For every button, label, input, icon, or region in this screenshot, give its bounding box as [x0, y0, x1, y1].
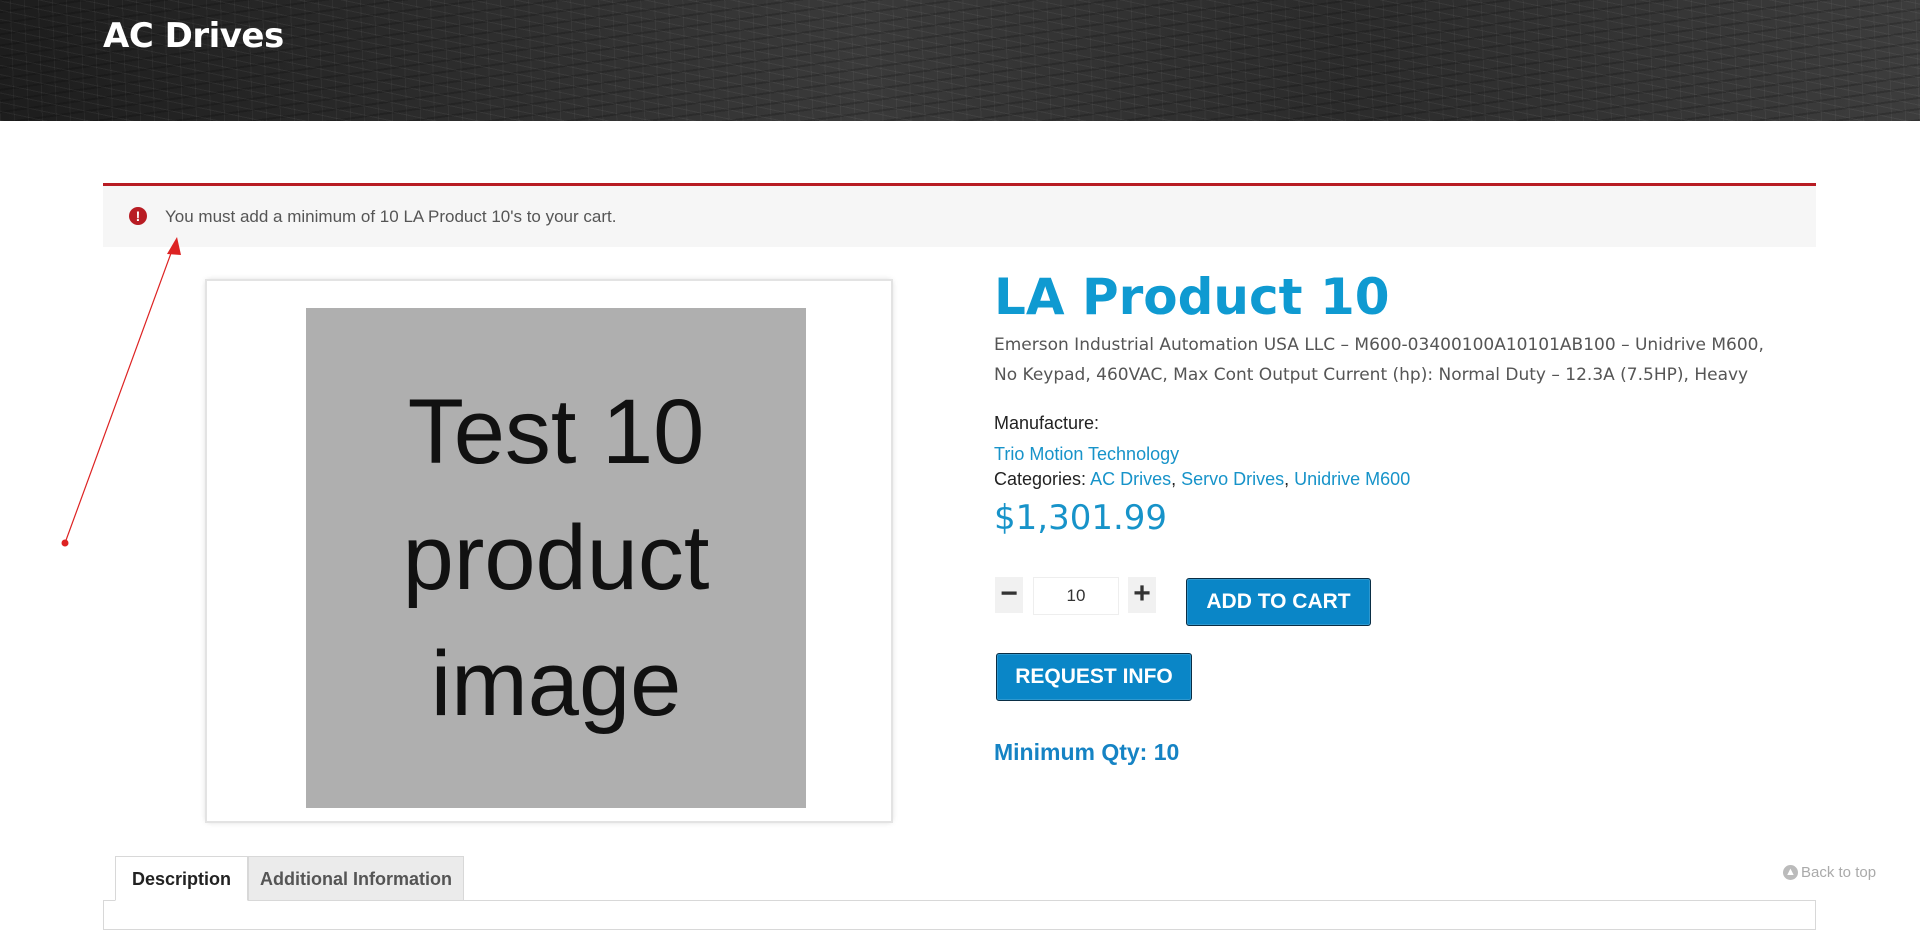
tab-panel [103, 900, 1816, 930]
product-image-line-1: Test 10 [407, 381, 705, 483]
categories-label: Categories: [994, 469, 1087, 489]
product-title: LA Product 10 [994, 268, 1390, 326]
product-price: $1,301.99 [994, 498, 1168, 538]
back-to-top-link[interactable]: ▲ Back to top [1783, 864, 1876, 881]
manufacture-label: Manufacture: [994, 413, 1100, 433]
minus-icon[interactable]: − [995, 577, 1023, 613]
product-image-line-2: product [402, 507, 710, 609]
category-link-servo-drives[interactable]: Servo Drives [1181, 469, 1284, 489]
page-header: AC Drives [0, 0, 1920, 121]
product-description: Emerson Industrial Automation USA LLC – … [994, 335, 1764, 385]
quantity-input[interactable] [1033, 577, 1119, 615]
back-to-top-label: Back to top [1801, 864, 1877, 881]
manufacturer-link[interactable]: Trio Motion Technology [994, 444, 1179, 465]
add-to-cart-button[interactable]: ADD TO CART [1186, 578, 1371, 626]
request-info-button[interactable]: REQUEST INFO [996, 653, 1192, 701]
product-image: Test 10 product image [306, 308, 806, 808]
tab-description[interactable]: Description [115, 856, 248, 901]
notice-message: You must add a minimum of 10 LA Product … [165, 207, 617, 226]
product-image-frame[interactable]: Test 10 product image [207, 281, 891, 821]
minimum-qty: Minimum Qty: 10 [994, 739, 1180, 765]
product-image-line-3: image [430, 633, 682, 735]
tab-additional-information[interactable]: Additional Information [248, 856, 464, 901]
plus-icon[interactable]: + [1128, 577, 1156, 613]
error-notice: ! You must add a minimum of 10 LA Produc… [103, 183, 1816, 247]
arrow-up-circle-icon: ▲ [1783, 865, 1798, 880]
category-link-unidrive-m600[interactable]: Unidrive M600 [1294, 469, 1410, 489]
category-link-ac-drives[interactable]: AC Drives [1090, 469, 1171, 489]
page-title: AC Drives [103, 16, 284, 56]
categories: Categories: AC Drives, Servo Drives, Uni… [994, 469, 1411, 489]
exclamation-icon: ! [129, 207, 147, 225]
